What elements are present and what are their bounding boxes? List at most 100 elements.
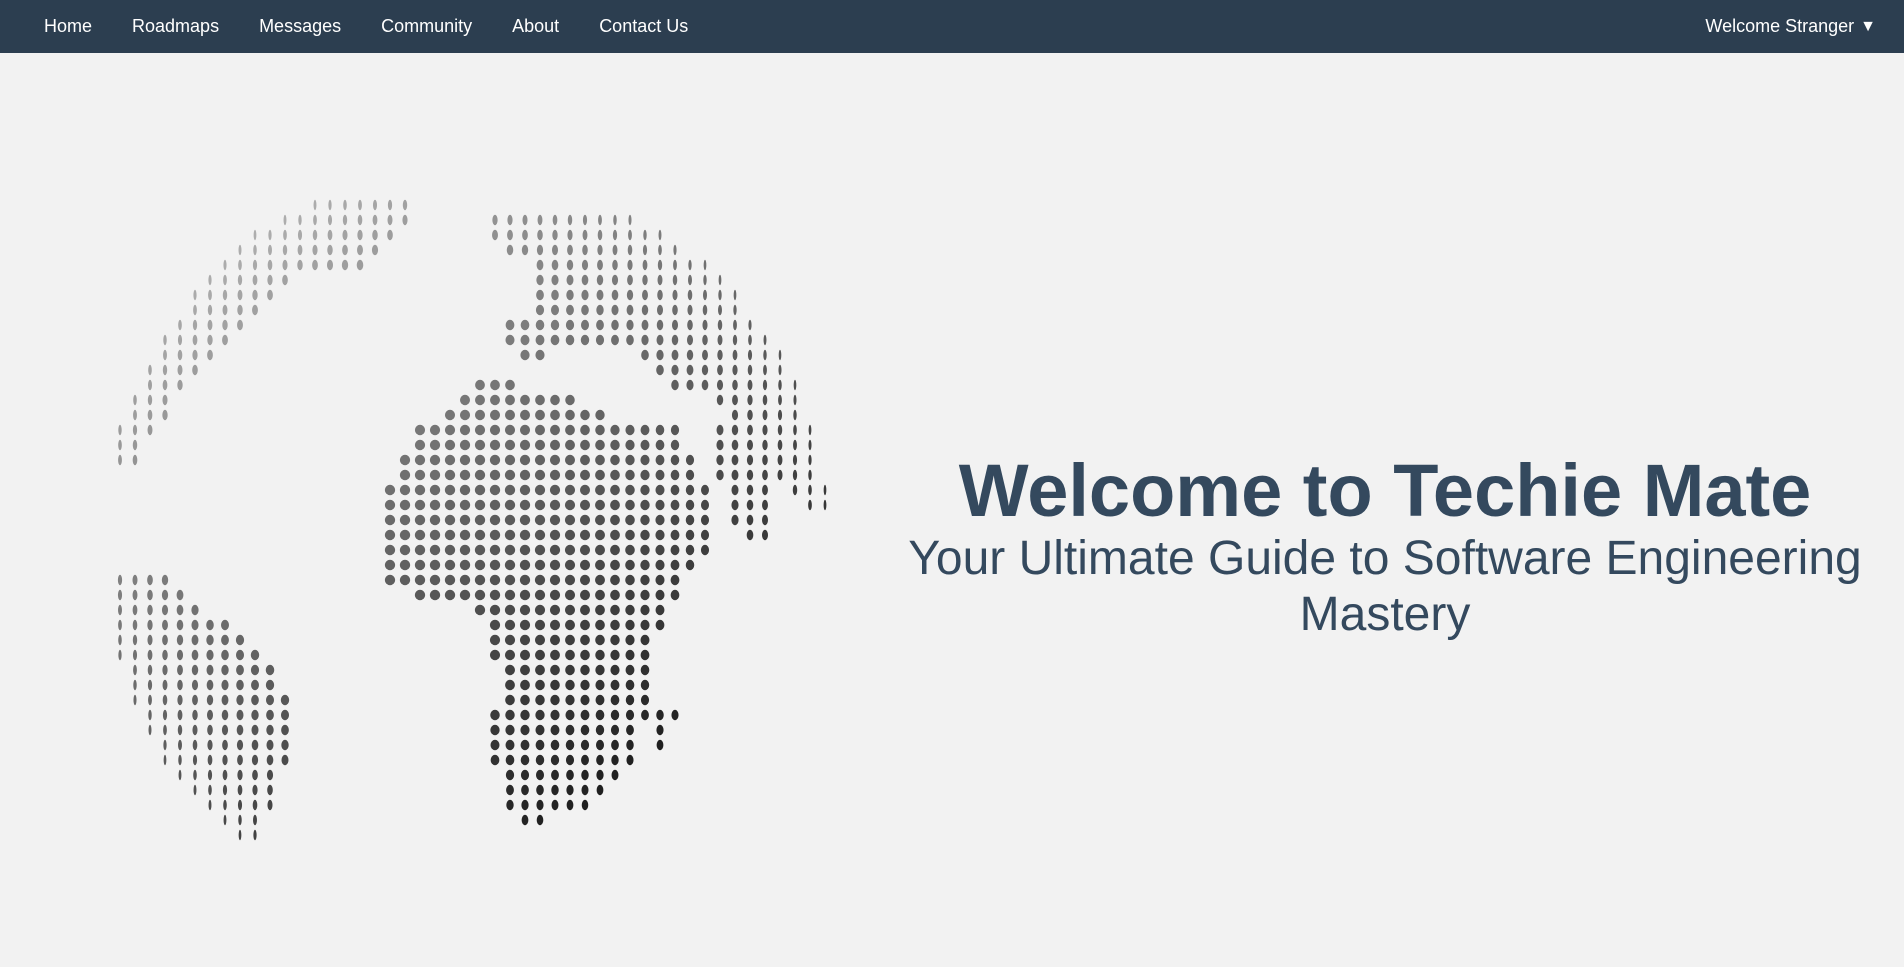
- nav-about-link[interactable]: About: [492, 16, 579, 37]
- globe-dot: [504, 619, 516, 631]
- globe-dot: [459, 484, 471, 496]
- globe-dot: [610, 694, 620, 706]
- globe-dot: [716, 394, 724, 406]
- globe-dot: [580, 409, 590, 421]
- globe-dot: [504, 469, 516, 481]
- globe-dot: [191, 679, 199, 691]
- globe-dot: [655, 544, 665, 556]
- globe-dot: [399, 514, 411, 526]
- globe-dot: [792, 484, 798, 496]
- globe-dot: [564, 574, 576, 586]
- globe-dot: [565, 739, 575, 751]
- globe-dot: [489, 514, 501, 526]
- globe-dot: [252, 259, 258, 271]
- globe-dot: [191, 619, 199, 631]
- globe-dot: [565, 709, 575, 721]
- globe-dot: [474, 604, 486, 616]
- globe-dot: [178, 769, 182, 781]
- globe-dot: [535, 739, 545, 751]
- globe-dot: [655, 454, 665, 466]
- globe-dot: [132, 634, 138, 646]
- globe-dot: [520, 769, 530, 781]
- nav-home-link[interactable]: Home: [24, 16, 112, 37]
- globe-dot: [643, 229, 647, 241]
- globe-dot: [564, 469, 576, 481]
- globe-dot: [399, 499, 411, 511]
- globe-dot: [672, 289, 678, 301]
- globe-dot: [177, 724, 183, 736]
- globe-dot: [733, 289, 737, 301]
- globe-dot: [580, 334, 590, 346]
- globe-dot: [549, 454, 561, 466]
- globe-dot: [613, 214, 617, 226]
- globe-dot: [117, 574, 123, 586]
- globe-dot: [177, 379, 183, 391]
- globe-dot: [444, 499, 456, 511]
- globe-dot: [520, 709, 530, 721]
- globe-dot: [610, 499, 620, 511]
- globe-dot: [625, 439, 635, 451]
- globe-dot: [549, 574, 561, 586]
- user-menu-dropdown[interactable]: Welcome Stranger ▼: [1705, 0, 1876, 53]
- globe-dot: [222, 769, 228, 781]
- globe-dot: [534, 544, 546, 556]
- globe-dot: [519, 454, 531, 466]
- globe-dot: [748, 334, 752, 346]
- globe-dot: [414, 469, 426, 481]
- globe-dot: [281, 754, 289, 766]
- globe-dot: [459, 589, 471, 601]
- globe-dot: [610, 544, 620, 556]
- nav-community-link[interactable]: Community: [361, 16, 492, 37]
- globe-dot: [222, 319, 228, 331]
- globe-dot: [611, 304, 619, 316]
- globe-dot: [625, 514, 635, 526]
- globe-dot: [251, 694, 259, 706]
- globe-dot: [399, 469, 411, 481]
- globe-dot: [505, 739, 515, 751]
- globe-dot: [595, 739, 605, 751]
- globe-dot: [579, 589, 591, 601]
- globe-dot: [551, 784, 559, 796]
- globe-dot: [489, 424, 501, 436]
- globe-dot: [414, 529, 426, 541]
- globe-dot: [505, 664, 515, 676]
- top-navbar: Home Roadmaps Messages Community About C…: [0, 0, 1904, 53]
- globe-dot: [459, 409, 471, 421]
- globe-dot: [549, 439, 561, 451]
- globe-dot: [777, 424, 783, 436]
- globe-dot: [117, 589, 123, 601]
- globe-dot: [492, 229, 498, 241]
- globe-dot: [520, 409, 530, 421]
- globe-dot: [474, 544, 486, 556]
- globe-dot: [549, 619, 561, 631]
- globe-dot: [235, 634, 245, 646]
- globe-dot: [327, 214, 333, 226]
- globe-dot: [610, 439, 620, 451]
- globe-dot: [793, 379, 797, 391]
- globe-dot: [399, 529, 411, 541]
- globe-dot: [176, 619, 184, 631]
- globe-dot: [640, 499, 650, 511]
- globe-dot: [640, 664, 650, 676]
- nav-roadmaps-link[interactable]: Roadmaps: [112, 16, 239, 37]
- globe-dot: [384, 514, 396, 526]
- globe-dot: [460, 394, 470, 406]
- globe-dot: [595, 709, 605, 721]
- user-menu-label: Welcome Stranger: [1705, 16, 1855, 36]
- globe-dot: [444, 589, 456, 601]
- globe-dot: [610, 424, 620, 436]
- globe-dot: [640, 559, 650, 571]
- globe-dot: [685, 559, 695, 571]
- globe-dot: [670, 424, 680, 436]
- globe-dot: [655, 529, 665, 541]
- globe-dot: [582, 244, 588, 256]
- globe-dot: [492, 214, 498, 226]
- globe-dot: [688, 274, 692, 286]
- nav-messages-link[interactable]: Messages: [239, 16, 361, 37]
- globe-dot: [597, 259, 603, 271]
- globe-dot: [610, 664, 620, 676]
- globe-dot: [444, 439, 456, 451]
- nav-contact-link[interactable]: Contact Us: [579, 16, 708, 37]
- globe-dot: [459, 529, 471, 541]
- globe-dot: [326, 259, 334, 271]
